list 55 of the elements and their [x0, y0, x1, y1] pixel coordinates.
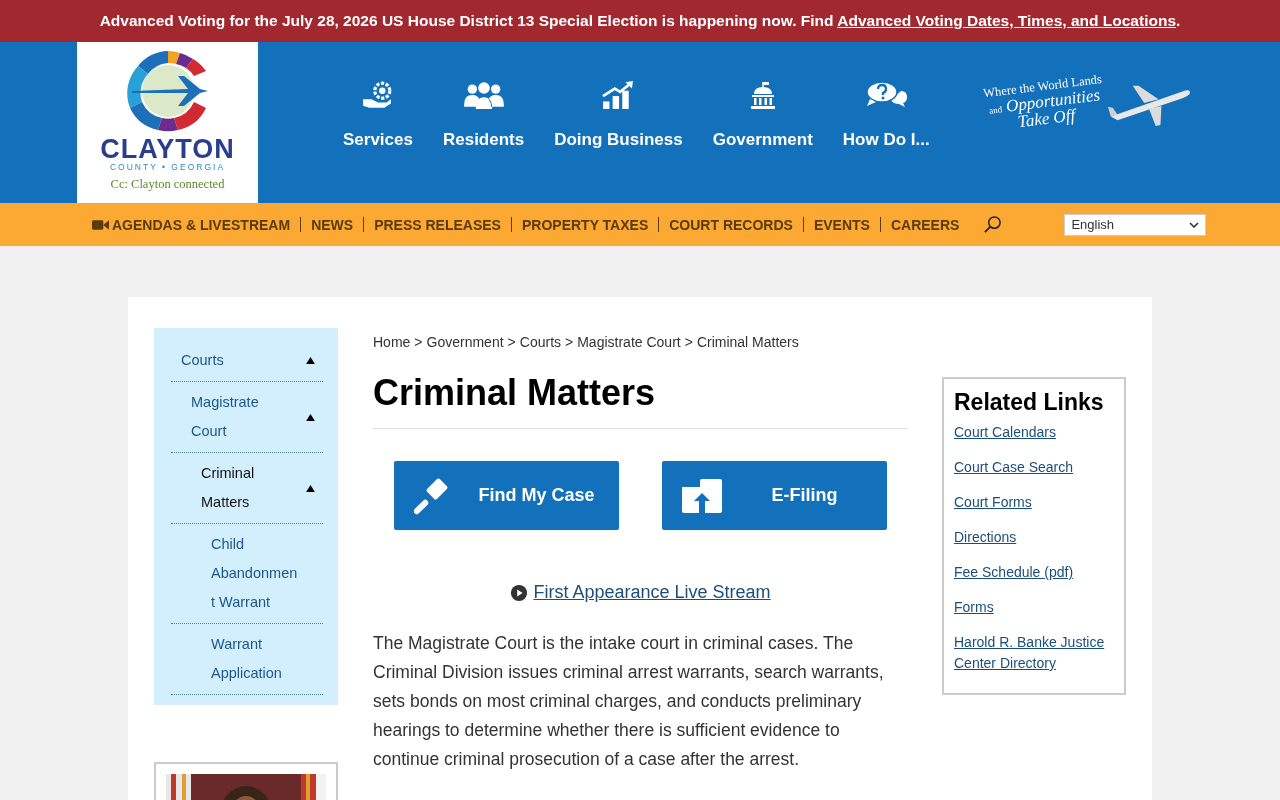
related-link[interactable]: Harold R. Banke Justice Center Directory [954, 632, 1114, 674]
main-nav-link[interactable]: Services [328, 80, 428, 150]
related-links-heading: Related Links [954, 389, 1105, 416]
logo-wordmark: CLAYTON [100, 136, 235, 162]
related-link[interactable]: Fee Schedule (pdf) [954, 562, 1114, 583]
search-icon[interactable] [983, 215, 1003, 234]
play-icon [510, 583, 529, 602]
question-bubbles-icon [865, 80, 908, 110]
breadcrumb-separator: > [507, 334, 516, 350]
related-link[interactable]: Forms [954, 597, 1114, 618]
breadcrumb-separator: > [565, 334, 574, 350]
triangle-icon [306, 357, 315, 364]
breadcrumb-link[interactable]: Government [426, 334, 504, 350]
live-stream-link[interactable]: First Appearance Live Stream [533, 582, 771, 603]
main-nav-link[interactable]: How Do I... [827, 80, 945, 150]
related-link[interactable]: Court Case Search [954, 457, 1114, 478]
breadcrumb-separator: > [684, 334, 693, 350]
utility-nav-link[interactable]: EVENTS [813, 216, 870, 233]
utility-nav-link[interactable]: NEWS [311, 216, 354, 233]
video-camera-icon [92, 218, 109, 231]
section-nav-item[interactable]: Criminal Matters [171, 453, 323, 524]
triangle-icon [306, 413, 315, 421]
section-nav-item[interactable]: Warrant Application [171, 624, 323, 695]
tagline-text: Where the World Lands and Opportunities Take Off [982, 72, 1104, 133]
logo-subtitle: COUNTY • GEORGIA [109, 162, 226, 172]
page-title: Criminal Matters [373, 372, 908, 429]
related-link[interactable]: Court Calendars [954, 422, 1114, 443]
breadcrumb-link[interactable]: Criminal Matters [696, 334, 799, 350]
action-button[interactable]: Find My Case [394, 461, 619, 530]
breadcrumb-link[interactable]: Home [373, 334, 411, 350]
voting-locations-link[interactable]: Advanced Voting Dates, Times, and Locations [837, 12, 1176, 29]
related-link[interactable]: Directions [954, 527, 1114, 548]
utility-nav-link[interactable]: CAREERS [890, 216, 960, 233]
breadcrumb-link[interactable]: Magistrate Court [577, 334, 681, 350]
people-icon [462, 80, 505, 110]
main-nav-link[interactable]: Government [697, 80, 828, 150]
main-nav-link[interactable]: Residents [427, 80, 540, 150]
logo-slogan: Cc: Clayton connected [110, 177, 225, 192]
action-button[interactable]: E-Filing [662, 461, 887, 530]
section-nav-item[interactable]: Courts [171, 340, 323, 382]
body-paragraph: The Magistrate Court is the intake court in criminal cases. The Criminal Division issues criminal arrest warrants, search warrants, sets bonds on most criminal charges, and conducts preliminary hearings to determine whether there is sufficient evidence to continue criminal prosecution of a case after the arrest. [373, 632, 885, 771]
breadcrumb-link[interactable]: Courts [519, 334, 561, 350]
utility-nav-link[interactable]: PRESS RELEASES [374, 216, 501, 233]
utility-nav-link[interactable]: AGENDAS & LIVESTREAM [92, 216, 291, 233]
language-select[interactable]: English [1064, 213, 1207, 236]
utility-nav-link[interactable]: COURT RECORDS [669, 216, 793, 233]
related-link[interactable]: Court Forms [954, 492, 1114, 513]
chevron-down-icon [1189, 221, 1200, 228]
section-nav-item[interactable]: Child Abandonment Warrant [171, 524, 323, 624]
section-nav-item[interactable]: Magistrate Court [171, 382, 323, 453]
triangle-icon [306, 484, 315, 492]
breadcrumb-separator: > [414, 334, 423, 350]
alert-message: Advanced Voting for the July 28, 2026 US House District 13 Special Election is happening now. Find Advanced Voting Dates, Times, and Locations. [99, 12, 1181, 30]
main-nav-link[interactable]: Doing Business [539, 80, 698, 150]
utility-nav-link[interactable]: PROPERTY TAXES [521, 216, 649, 233]
